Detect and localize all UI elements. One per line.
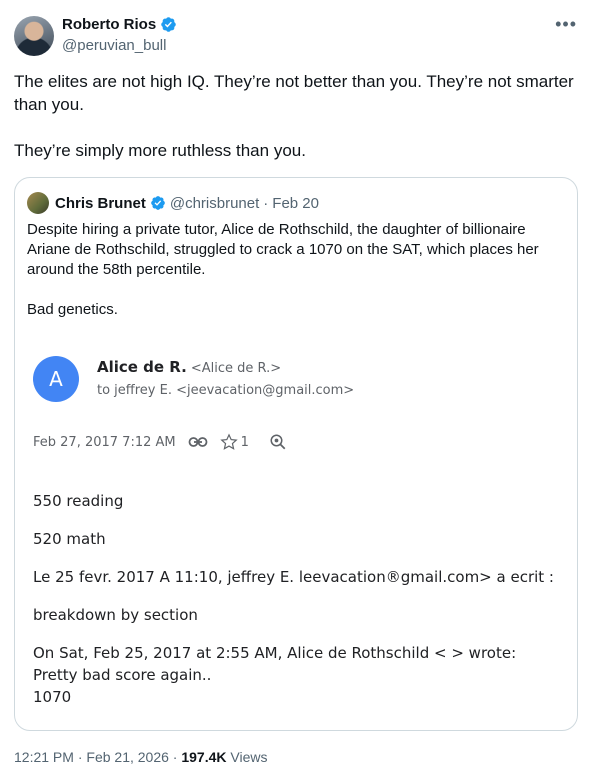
quote-author-avatar: [27, 192, 49, 214]
verified-badge-icon: [151, 196, 165, 210]
quote-paragraph: Bad genetics.: [27, 301, 118, 318]
footer-separator: ·: [77, 749, 83, 765]
email-body: 550 reading 520 math Le 25 fevr. 2017 A …: [33, 490, 563, 708]
quote-paragraph: Despite hiring a private tutor, Alice de…: [27, 221, 539, 278]
tweet-date[interactable]: Feb 21, 2026: [86, 749, 169, 765]
more-options-icon[interactable]: •••: [555, 14, 577, 35]
link-icon: [188, 435, 208, 449]
email-sender-address: <Alice de R.>: [190, 361, 282, 376]
star-icon: [219, 433, 238, 451]
tweet-text: The elites are not high IQ. They’re not …: [14, 70, 574, 185]
email-screenshot: A Alice de R. <Alice de R.> to jeffrey E.…: [15, 338, 577, 728]
email-body-line: 550 reading: [33, 492, 124, 510]
views-label: Views: [230, 749, 268, 765]
tweet-paragraph: They’re simply more ruthless than you.: [14, 141, 306, 160]
email-sender-avatar: A: [33, 356, 79, 402]
email-body-line: On Sat, Feb 25, 2017 at 2:55 AM, Alice d…: [33, 644, 517, 662]
email-meta: Feb 27, 2017 7:12 AM 1: [33, 433, 287, 451]
email-body-line: 1070: [33, 688, 72, 706]
author-name-row: Roberto Rios: [62, 16, 177, 33]
quote-header: Chris Brunet @chrisbrunet · Feb 20: [27, 192, 319, 214]
email-timestamp: Feb 27, 2017 7:12 AM: [33, 434, 176, 450]
email-recipient: to jeffrey E. <jeevacation@gmail.com>: [97, 383, 355, 398]
quote-date: Feb 20: [272, 194, 319, 212]
author-name[interactable]: Roberto Rios: [62, 16, 156, 33]
star-count: 1: [240, 434, 249, 450]
quote-text: Despite hiring a private tutor, Alice de…: [27, 220, 557, 340]
author-handle[interactable]: @peruvian_bull: [62, 37, 166, 54]
email-body-line: Pretty bad score again..: [33, 666, 212, 684]
email-body-line: breakdown by section: [33, 606, 198, 624]
tweet-paragraph: The elites are not high IQ. They’re not …: [14, 72, 574, 114]
email-body-line: 520 math: [33, 530, 106, 548]
search-zoom-icon: [269, 433, 287, 451]
views-count: 197.4K: [181, 749, 227, 765]
quote-separator: ·: [263, 194, 269, 212]
tweet-time[interactable]: 12:21 PM: [14, 749, 74, 765]
verified-badge-icon: [161, 17, 176, 32]
author-avatar[interactable]: [14, 16, 54, 56]
tweet-footer: 12:21 PM · Feb 21, 2026 · 197.4K Views: [14, 749, 268, 765]
email-sender: Alice de R. <Alice de R.>: [97, 358, 281, 376]
quote-author-name: Chris Brunet: [55, 194, 146, 212]
quoted-tweet[interactable]: Chris Brunet @chrisbrunet · Feb 20 Despi…: [14, 177, 578, 731]
quote-author-handle: @chrisbrunet: [169, 194, 260, 212]
email-sender-name: Alice de R.: [97, 358, 187, 376]
email-body-line: Le 25 fevr. 2017 A 11:10, jeffrey E. lee…: [33, 568, 554, 586]
footer-separator: ·: [172, 749, 178, 765]
